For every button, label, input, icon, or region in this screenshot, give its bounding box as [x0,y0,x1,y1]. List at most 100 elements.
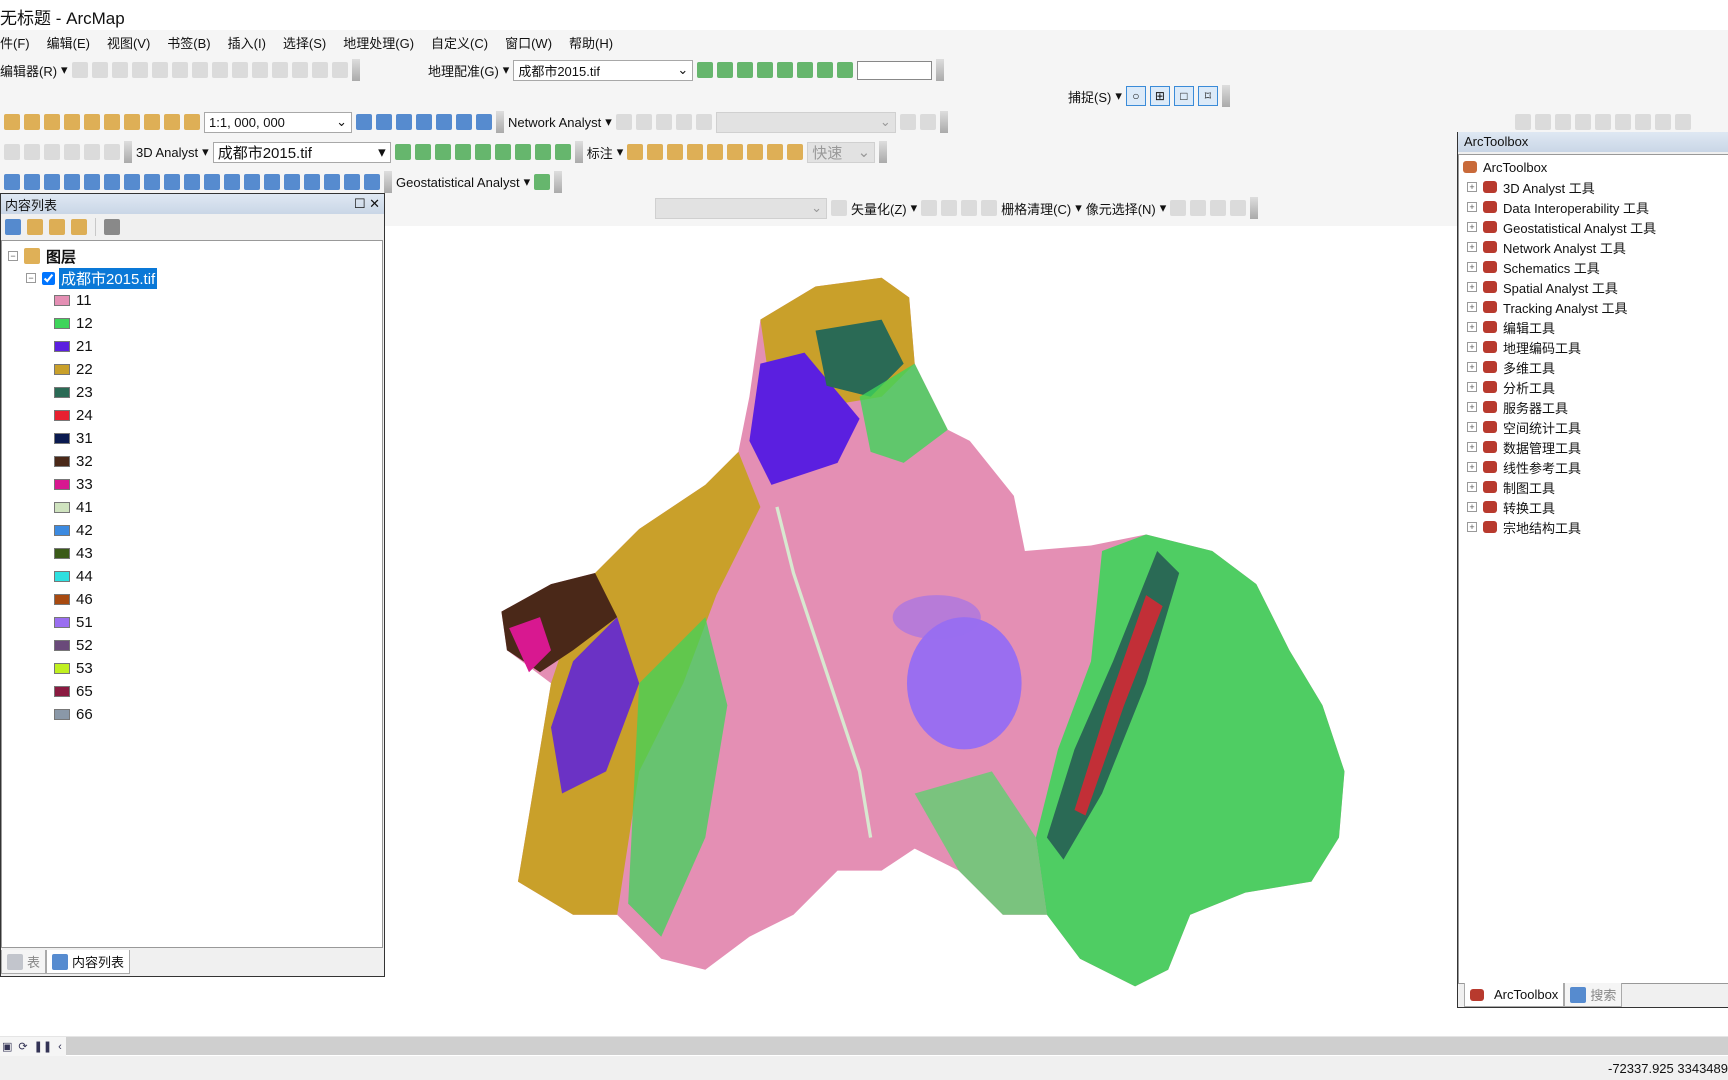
cut-icon[interactable] [64,114,80,130]
cell-selection-menu[interactable]: 像元选择(N) [1086,199,1156,218]
color-swatch[interactable] [54,294,70,306]
build-network-icon[interactable] [675,114,692,130]
delete-link-icon[interactable] [777,62,794,78]
end-snap-icon[interactable]: ⊞ [1149,86,1170,106]
topology-icon[interactable] [4,144,20,160]
add-control-points-icon[interactable] [697,62,714,78]
editor-toolbar-icon[interactable] [356,114,372,130]
legend-class[interactable]: 46 [54,588,93,610]
select-elements-icon[interactable] [184,174,200,190]
options-icon[interactable] [104,219,120,235]
show-preview-icon[interactable] [921,200,938,216]
menu-bookmarks[interactable]: 书签(B) [167,33,210,52]
vectorization-menu[interactable]: 矢量化(Z) [851,199,907,218]
arcglobe-icon[interactable] [554,144,571,160]
time-slider-icon[interactable] [344,174,360,190]
label-manager-icon[interactable] [627,144,644,160]
network-layer-select[interactable]: ⌄ [715,111,896,133]
delete-icon[interactable] [124,114,140,130]
expand-icon[interactable]: + [1467,522,1477,532]
select-topology-icon[interactable] [44,144,60,160]
toolbox-item[interactable]: +3D Analyst 工具 [1467,177,1595,197]
fixed-zoom-out-icon[interactable] [84,174,100,190]
legend-class[interactable]: 21 [54,335,93,357]
toolbox-item[interactable]: + Spatial Analyst 工具 [1467,277,1618,297]
toolbox-item[interactable]: + Geostatistical Analyst 工具 [1467,217,1656,237]
toolbox-item[interactable]: + 宗地结构工具 [1467,517,1581,537]
validate-icon[interactable] [64,144,80,160]
tab-arctoolbox[interactable]: ArcToolbox [1464,983,1565,1007]
color-swatch[interactable] [54,593,70,605]
georef-layer-select[interactable]: 成都市2015.tif ⌄ [513,59,694,81]
layer-name[interactable]: 成都市2015.tif [59,267,158,289]
expand-icon[interactable]: + [1467,462,1477,472]
horizontal-scrollbar[interactable]: ▣ ⟳ ❚❚ ‹ [0,1036,1728,1056]
create-location-icon[interactable] [635,114,652,130]
list-by-source-icon[interactable] [27,219,43,235]
legend-class[interactable]: 32 [54,450,93,472]
color-swatch[interactable] [54,340,70,352]
menu-file[interactable]: 件(F) [0,33,30,52]
select-features-icon[interactable] [144,174,160,190]
search-window-icon[interactable] [416,114,432,130]
menu-selection[interactable]: 选择(S) [283,33,326,52]
go-to-xy-icon[interactable] [324,174,340,190]
menu-view[interactable]: 视图(V) [107,33,150,52]
convert-labels-icon[interactable] [747,144,764,160]
legend-class[interactable]: 43 [54,542,93,564]
legend-class[interactable]: 23 [54,381,93,403]
edge-snap-icon[interactable]: ⌑ [1197,86,1218,106]
menu-geoprocessing[interactable]: 地理处理(G) [343,33,414,52]
editor-menu[interactable]: 编辑器(R) [0,61,57,80]
toolbar-options[interactable] [496,111,504,133]
find-route-icon[interactable] [304,174,320,190]
html-popup-icon[interactable] [244,174,260,190]
scroll-left-icon[interactable]: ‹ [58,1041,62,1053]
color-swatch[interactable] [54,455,70,467]
clipboard-icon[interactable] [104,144,120,160]
expand-icon[interactable]: + [1467,342,1477,352]
toolbox-item[interactable]: + 空间统计工具 [1467,417,1581,437]
menu-help[interactable]: 帮助(H) [569,33,613,52]
trace-icon[interactable] [131,62,148,78]
refresh-icon[interactable]: ⟳ [18,1040,27,1053]
pause-drawing-icon[interactable]: ❚❚ [34,1040,52,1053]
geostatistical-wizard-icon[interactable] [534,174,551,190]
time-slider-icon[interactable] [919,114,936,130]
view-link-table-icon[interactable] [797,62,814,78]
color-swatch[interactable] [54,501,70,513]
toolbar-options[interactable] [384,171,392,193]
legend-class[interactable]: 42 [54,519,93,541]
color-swatch[interactable] [54,524,70,536]
georef-rotate-input[interactable] [857,60,933,80]
interpolate-point-icon[interactable] [454,144,471,160]
expand-icon[interactable]: + [1467,502,1477,512]
color-swatch[interactable] [54,570,70,582]
identify-icon[interactable] [204,174,220,190]
lock-labels-icon[interactable] [687,144,704,160]
tab-search[interactable]: 搜索 [1564,983,1623,1007]
legend-class[interactable]: 31 [54,427,93,449]
color-swatch[interactable] [54,547,70,559]
line-of-sight-icon[interactable] [434,144,451,160]
edit-annotation-icon[interactable] [91,62,108,78]
legend-class[interactable]: 41 [54,496,93,518]
raster-cleanup-menu[interactable]: 栅格清理(C) [1001,199,1071,218]
directions-icon[interactable] [899,114,916,130]
color-swatch[interactable] [54,478,70,490]
catalog-icon[interactable] [396,114,412,130]
toolbox-item[interactable]: + Schematics 工具 [1467,257,1600,277]
fit-display-icon[interactable] [817,62,834,78]
zoom-to-link-icon[interactable] [757,62,774,78]
vectorization-trace-icon[interactable] [941,200,958,216]
open-icon[interactable] [4,114,20,130]
label-priority-icon[interactable] [647,144,664,160]
legend-class[interactable]: 11 [54,289,92,311]
undo-icon[interactable] [144,114,160,130]
color-swatch[interactable] [54,386,70,398]
toolbox-item[interactable]: + Network Analyst 工具 [1467,237,1626,257]
select-connected-cells-icon[interactable] [1170,200,1187,216]
expand-icon[interactable]: + [1467,442,1477,452]
map-scale-select[interactable]: 1:1, 000, 000 ⌄ [204,111,352,133]
georeferencing-menu[interactable]: 地理配准(G) [428,61,499,80]
